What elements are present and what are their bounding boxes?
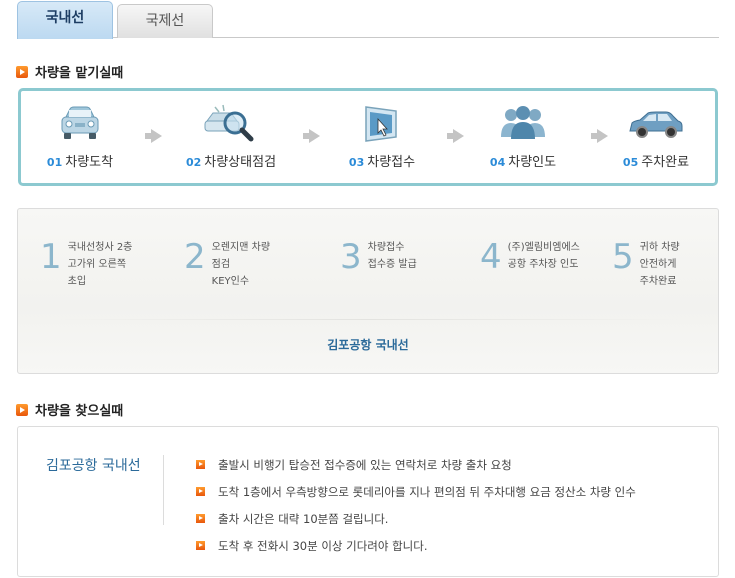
detail-line: 차량접수 (367, 242, 405, 253)
orange-arrow-bullet-icon (196, 460, 205, 469)
detail-line: 공항 주차장 인도 (507, 259, 579, 270)
orange-arrow-bullet-icon (16, 403, 28, 416)
orange-arrow-bullet-icon (196, 541, 205, 550)
detail-caption: 김포공항 국내선 (327, 338, 409, 352)
section-title-leave-text: 차량을 맡기실때 (35, 66, 124, 81)
detail-line: 국내선청사 2층 (67, 242, 133, 253)
divider (163, 455, 164, 525)
list-item-text: 출차 시간은 대략 10분쯤 걸립니다. (218, 511, 389, 526)
orange-arrow-bullet-icon (196, 487, 205, 496)
detail-step-number: 3 (340, 237, 362, 277)
process-step-3: 03 차량접수 (317, 103, 447, 177)
process-step-1: 01 차량도착 (15, 103, 145, 177)
step-number: 01 (46, 156, 63, 169)
list-item-text: 출발시 비행기 탑승전 접수증에 있는 연락처로 차량 출차 요청 (218, 457, 512, 472)
step-text: 차량도착 (65, 155, 114, 170)
process-step-label: 01 차량도착 (15, 151, 145, 170)
detail-step-number: 4 (480, 237, 502, 277)
find-instructions-list: 출발시 비행기 탑승전 접수증에 있는 연락처로 차량 출차 요청 도착 1층에… (196, 451, 636, 559)
divider (58, 319, 678, 320)
step-text: 차량인도 (508, 155, 557, 170)
detail-step-text: 국내선청사 2층 고가위 오른쪽 초입 (68, 237, 133, 290)
step-number: 02 (185, 156, 202, 169)
detail-step-1: 1 국내선청사 2층 고가위 오른쪽 초입 (40, 237, 132, 290)
people-group-icon (493, 103, 553, 145)
detail-line: 접수증 발급 (367, 259, 417, 270)
section-title-find: 차량을 찾으실때 (16, 400, 123, 419)
orange-arrow-bullet-icon (16, 65, 28, 78)
detail-line: 고가위 오른쪽 (67, 259, 127, 270)
detail-step-5: 5 귀하 차량 안전하게 주차완료 (612, 237, 680, 290)
detail-line: 귀하 차량 (639, 242, 680, 253)
process-step-2: 02 차량상태점검 (166, 103, 296, 177)
detail-step-number: 2 (184, 237, 206, 277)
section-title-leave: 차량을 맡기실때 (16, 62, 123, 81)
detail-line: 초입 (67, 276, 87, 287)
process-steps-box: 01 차량도착 02 차량상태점검 03 차량접수 04 차량인도 05 주차완… (18, 88, 718, 186)
process-step-4: 04 차량인도 (458, 103, 588, 177)
detail-line: 주차완료 (639, 276, 677, 287)
tab-international[interactable]: 국제선 (117, 4, 213, 38)
detail-line: 안전하게 (639, 259, 677, 270)
car-front-icon (50, 103, 110, 145)
step-text: 차량접수 (367, 155, 416, 170)
process-step-5: 05 주차완료 (591, 103, 721, 177)
detail-line: KEY인수 (211, 276, 250, 287)
list-item: 도착 후 전화시 30분 이상 기다려야 합니다. (196, 532, 636, 559)
detail-steps-box: 1 국내선청사 2층 고가위 오른쪽 초입 2 오렌지맨 차량 점검 KEY인수… (17, 208, 719, 374)
step-number: 05 (622, 156, 639, 169)
list-item: 출발시 비행기 탑승전 접수증에 있는 연락처로 차량 출차 요청 (196, 451, 636, 478)
step-text: 차량상태점검 (204, 155, 277, 170)
detail-step-2: 2 오렌지맨 차량 점검 KEY인수 (184, 237, 270, 290)
detail-step-3: 3 차량접수 접수증 발급 (340, 237, 417, 277)
detail-step-text: (주)엘림비엠에스 공항 주차장 인도 (508, 237, 580, 277)
arrow-right-icon (145, 129, 162, 143)
detail-line: (주)엘림비엠에스 (507, 242, 580, 253)
detail-line: 점검 (211, 259, 231, 270)
section-title-find-text: 차량을 찾으실때 (35, 404, 124, 419)
detail-step-text: 오렌지맨 차량 점검 KEY인수 (212, 237, 270, 290)
list-item: 도착 1층에서 우측방향으로 롯데리아를 지나 편의점 뒤 주차대행 요금 정산… (196, 478, 636, 505)
process-step-label: 03 차량접수 (317, 151, 447, 170)
detail-step-text: 귀하 차량 안전하게 주차완료 (640, 237, 680, 290)
process-step-label: 04 차량인도 (458, 151, 588, 170)
list-item: 출차 시간은 대략 10분쯤 걸립니다. (196, 505, 636, 532)
tab-bar: 국내선 국제선 (17, 0, 719, 39)
find-instructions-box: 김포공항 국내선 출발시 비행기 탑승전 접수증에 있는 연락처로 차량 출차 … (17, 426, 719, 577)
magnifier-car-icon (201, 103, 261, 145)
detail-step-4: 4 (주)엘림비엠에스 공항 주차장 인도 (480, 237, 580, 277)
list-item-text: 도착 1층에서 우측방향으로 롯데리아를 지나 편의점 뒤 주차대행 요금 정산… (218, 484, 636, 499)
list-item-text: 도착 후 전화시 30분 이상 기다려야 합니다. (218, 538, 428, 553)
process-step-label: 02 차량상태점검 (166, 151, 296, 170)
detail-step-text: 차량접수 접수증 발급 (368, 237, 417, 277)
car-side-icon (626, 103, 686, 145)
tab-domestic[interactable]: 국내선 (17, 1, 113, 39)
detail-line: 오렌지맨 차량 (211, 242, 271, 253)
detail-step-number: 1 (40, 237, 62, 277)
monitor-touch-icon (352, 103, 412, 145)
step-number: 04 (489, 156, 506, 169)
detail-step-number: 5 (612, 237, 634, 277)
process-step-label: 05 주차완료 (591, 151, 721, 170)
step-text: 주차완료 (641, 155, 690, 170)
find-location-label: 김포공항 국내선 (46, 458, 141, 474)
step-number: 03 (348, 156, 365, 169)
orange-arrow-bullet-icon (196, 514, 205, 523)
